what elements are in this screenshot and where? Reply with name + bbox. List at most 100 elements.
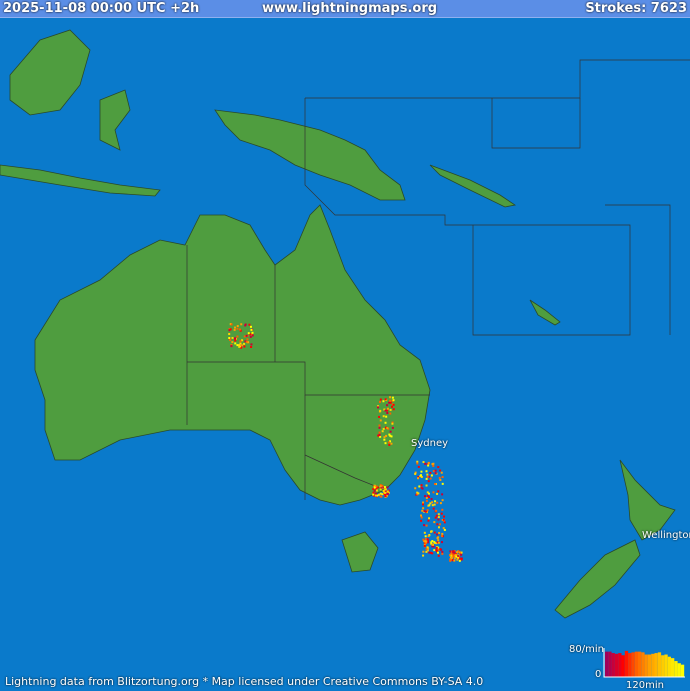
stroke-mark <box>427 535 430 538</box>
stroke-mark <box>245 334 248 337</box>
stroke-mark <box>389 408 392 411</box>
stroke-mark <box>429 471 432 474</box>
new-caledonia <box>529 299 561 326</box>
stroke-mark <box>418 485 421 488</box>
legend-zero-label: 0 <box>595 669 602 680</box>
stroke-mark <box>432 470 435 473</box>
stroke-mark <box>427 519 430 522</box>
new-zealand-north <box>619 459 676 541</box>
stroke-mark <box>425 497 428 500</box>
stroke-mark <box>384 495 387 498</box>
stroke-mark <box>383 438 386 441</box>
stroke-mark <box>251 331 254 334</box>
stroke-mark <box>438 531 441 534</box>
stroke-mark <box>436 533 439 536</box>
stroke-mark <box>450 554 453 557</box>
stroke-mark <box>377 406 380 409</box>
strokes-count: Strokes: 7623 <box>585 1 687 16</box>
stroke-mark <box>431 540 434 543</box>
stroke-mark <box>437 513 440 516</box>
stroke-mark <box>389 396 392 399</box>
stroke-mark <box>383 436 386 439</box>
stroke-mark <box>427 496 430 499</box>
stroke-mark <box>420 474 423 477</box>
stroke-mark <box>440 512 443 515</box>
stroke-mark <box>420 470 423 473</box>
stroke-mark <box>373 489 376 492</box>
stroke-mark <box>438 476 441 479</box>
stroke-mark <box>382 415 385 418</box>
stroke-mark <box>389 412 392 415</box>
legend-bar <box>614 653 619 677</box>
stroke-mark <box>388 401 391 404</box>
stroke-mark <box>234 342 237 345</box>
stroke-mark <box>433 521 436 524</box>
legend-bar <box>621 655 625 677</box>
stroke-mark <box>378 431 381 434</box>
stroke-mark <box>250 345 253 348</box>
stroke-mark <box>391 422 394 425</box>
stroke-mark <box>229 339 232 342</box>
stroke-mark <box>392 408 395 411</box>
stroke-mark <box>428 551 431 554</box>
stroke-mark <box>391 426 394 429</box>
legend-bar <box>661 655 665 677</box>
legend-bar <box>624 650 629 677</box>
stroke-mark <box>425 470 428 473</box>
stroke-mark <box>390 442 393 445</box>
stroke-mark <box>417 477 420 480</box>
stroke-mark <box>386 486 389 489</box>
legend-bar <box>608 651 612 677</box>
stroke-mark <box>434 483 437 486</box>
solomon-islands <box>429 164 517 208</box>
stroke-mark <box>431 501 434 504</box>
stroke-mark <box>435 546 438 549</box>
stroke-mark <box>422 507 425 510</box>
stroke-mark <box>246 338 249 341</box>
stroke-mark <box>441 552 444 555</box>
stroke-mark <box>441 476 444 479</box>
city-label-sydney: Sydney <box>411 438 449 449</box>
tasmania <box>341 531 379 573</box>
stroke-mark <box>441 482 444 485</box>
stroke-mark <box>375 489 378 492</box>
legend-bar <box>641 652 645 677</box>
stroke-mark <box>429 502 432 505</box>
stroke-mark <box>439 548 442 551</box>
stroke-mark <box>432 491 435 494</box>
stroke-mark <box>435 549 438 552</box>
legend-bar <box>651 653 655 677</box>
stroke-mark <box>434 516 437 519</box>
stroke-mark <box>379 419 382 422</box>
site-url[interactable]: www.lightningmaps.org <box>262 0 437 17</box>
stroke-mark <box>379 398 382 401</box>
stroke-mark <box>234 337 237 340</box>
stroke-mark <box>420 514 423 517</box>
stroke-mark <box>439 502 442 505</box>
stroke-mark <box>372 493 375 496</box>
legend-bar <box>644 654 648 677</box>
stroke-mark <box>249 325 252 328</box>
stroke-mark <box>234 339 237 342</box>
stroke-mark <box>427 464 430 467</box>
stroke-mark <box>458 551 461 554</box>
stroke-mark <box>434 500 437 503</box>
datetime: 2025-11-08 00:00 UTC +2h <box>3 1 200 16</box>
stroke-mark <box>440 471 443 474</box>
stroke-mark <box>251 334 254 337</box>
new-zealand-south <box>554 539 641 619</box>
stroke-mark <box>417 465 420 468</box>
stroke-mark <box>443 528 446 531</box>
legend-rate-chart <box>603 648 685 678</box>
stroke-mark <box>245 340 248 343</box>
lightning-map[interactable] <box>0 0 690 691</box>
stroke-mark <box>388 433 391 436</box>
new-guinea <box>214 109 406 201</box>
legend-bar <box>634 651 638 677</box>
legend-bar <box>631 652 635 677</box>
stroke-mark <box>389 430 392 433</box>
stroke-mark <box>243 345 246 348</box>
legend-bar <box>664 654 668 677</box>
stroke-mark <box>417 492 420 495</box>
stroke-mark <box>425 477 428 480</box>
